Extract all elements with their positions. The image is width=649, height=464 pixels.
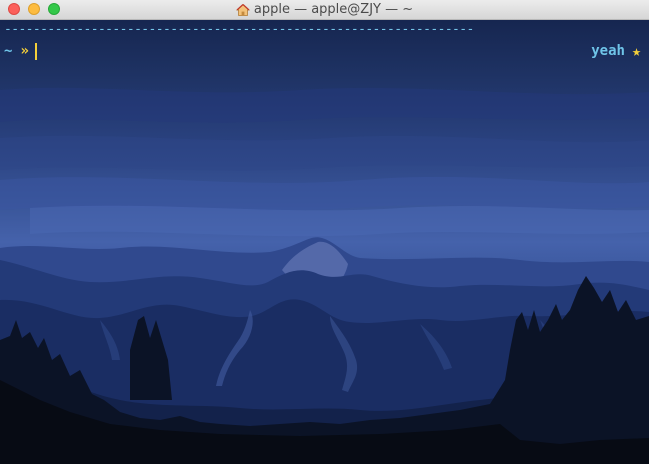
- window-title-container: apple — apple@ZJY — ~: [0, 0, 649, 19]
- night-mountain-wallpaper: [0, 20, 649, 464]
- right-prompt: yeah ★: [591, 42, 641, 60]
- prompt-line[interactable]: ~ »: [4, 42, 37, 60]
- title-bar[interactable]: apple — apple@ZJY — ~: [0, 0, 649, 20]
- home-folder-icon: [235, 3, 250, 16]
- right-prompt-text: yeah: [591, 43, 625, 59]
- window-title: apple — apple@ZJY — ~: [253, 2, 414, 17]
- terminal-content-area[interactable]: ----------------------------------------…: [0, 20, 649, 464]
- terminal-window: apple — apple@ZJY — ~ ------------------…: [0, 0, 649, 464]
- text-cursor: [34, 42, 37, 60]
- star-icon: ★: [631, 42, 641, 60]
- prompt-symbol: »: [20, 43, 29, 59]
- separator-line: ----------------------------------------…: [4, 22, 474, 37]
- prompt-directory: ~: [4, 43, 13, 59]
